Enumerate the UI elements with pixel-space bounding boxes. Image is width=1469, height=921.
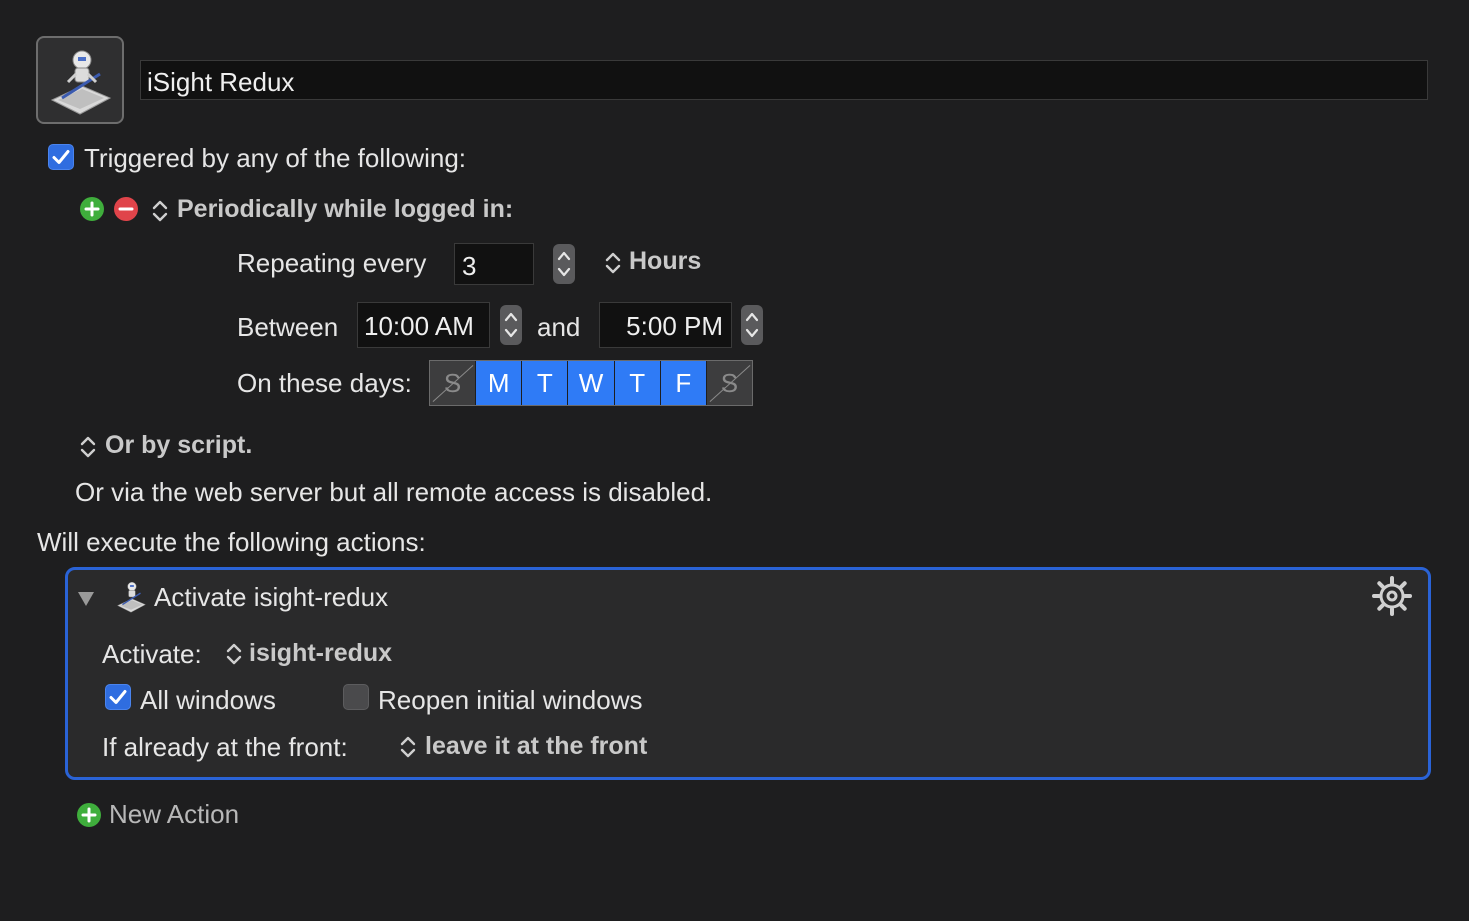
- up-down-chevron-icon: [605, 252, 621, 274]
- between-label: Between: [237, 312, 339, 342]
- day-monday[interactable]: M: [476, 361, 523, 405]
- stepper-arrows-icon: [504, 312, 518, 338]
- days-label: On these days:: [237, 368, 412, 398]
- repeating-label: Repeating every: [237, 248, 427, 278]
- add-trigger-button[interactable]: [80, 197, 104, 221]
- gear-icon[interactable]: [1371, 575, 1413, 617]
- plus-icon: [84, 201, 100, 217]
- days-selector: S M T W T F S: [429, 360, 753, 406]
- activate-label: Activate:: [102, 639, 202, 669]
- plus-icon: [77, 803, 101, 827]
- up-down-chevron-icon: [152, 200, 168, 222]
- activate-target-label: isight-redux: [249, 639, 393, 667]
- front-label: If already at the front:: [102, 732, 348, 762]
- robot-icon: [50, 50, 112, 115]
- all-windows-label: All windows: [140, 685, 276, 715]
- day-thursday[interactable]: T: [614, 361, 661, 405]
- reopen-windows-label: Reopen initial windows: [378, 685, 643, 715]
- remove-trigger-button[interactable]: [114, 197, 138, 221]
- disclosure-triangle-icon[interactable]: [75, 587, 97, 609]
- reopen-windows-checkbox[interactable]: [343, 684, 369, 710]
- minus-icon: [118, 207, 134, 211]
- script-trigger-label: Or by script.: [105, 431, 253, 459]
- up-down-chevron-icon: [400, 736, 416, 758]
- stepper-arrows-icon: [557, 251, 571, 277]
- and-label: and: [537, 312, 581, 342]
- unit-label: Hours: [629, 247, 702, 275]
- repeat-interval-field[interactable]: 3: [454, 243, 534, 285]
- day-wednesday[interactable]: W: [568, 361, 615, 405]
- trigger-type-label: Periodically while logged in:: [177, 195, 514, 223]
- triggered-label: Triggered by any of the following:: [84, 143, 467, 173]
- web-server-note: Or via the web server but all remote acc…: [75, 477, 713, 507]
- front-option-label: leave it at the front: [425, 732, 648, 760]
- action-activate-app[interactable]: Activate isight-redux Activate: isight-r…: [65, 567, 1431, 780]
- end-time-field[interactable]: 5:00 PM: [599, 302, 732, 348]
- macro-icon-well[interactable]: [36, 36, 124, 124]
- start-time-stepper[interactable]: [500, 305, 522, 345]
- up-down-chevron-icon: [226, 643, 242, 665]
- day-sunday[interactable]: S: [430, 361, 477, 405]
- all-windows-checkbox[interactable]: [105, 684, 131, 710]
- day-tuesday[interactable]: T: [522, 361, 569, 405]
- new-action-label: New Action: [109, 799, 240, 829]
- day-friday[interactable]: F: [660, 361, 707, 405]
- triggered-checkbox[interactable]: [48, 144, 74, 170]
- start-time-field[interactable]: 10:00 AM: [357, 302, 490, 348]
- day-saturday[interactable]: S: [706, 361, 752, 405]
- robot-icon: [117, 581, 146, 613]
- action-title: Activate isight-redux: [154, 582, 389, 612]
- checkmark-icon: [52, 150, 70, 164]
- up-down-chevron-icon: [80, 436, 96, 458]
- macro-name-field[interactable]: iSight Redux: [140, 60, 1428, 100]
- checkmark-icon: [109, 690, 127, 704]
- stepper-arrows-icon: [745, 312, 759, 338]
- actions-header: Will execute the following actions:: [37, 527, 426, 557]
- repeat-interval-stepper[interactable]: [553, 244, 575, 284]
- end-time-stepper[interactable]: [741, 305, 763, 345]
